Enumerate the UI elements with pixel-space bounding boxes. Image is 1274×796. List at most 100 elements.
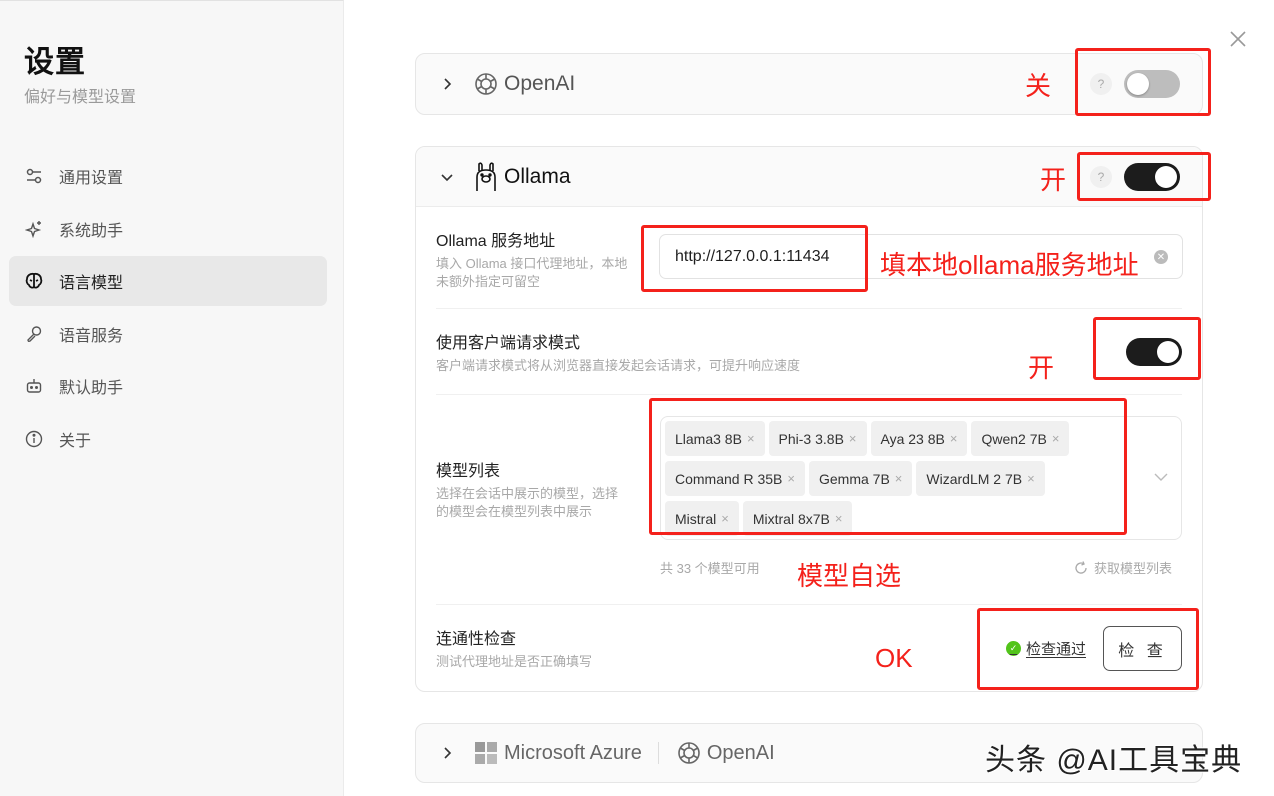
model-tag: Llama3 8B ×	[665, 421, 765, 456]
help-icon[interactable]: ?	[1090, 166, 1112, 188]
sidebar-item-default-assistant[interactable]: 默认助手	[9, 361, 327, 411]
provider-card-ollama: Ollama ? Ollama 服务地址 填入 Ollama 接口代理地址，本地…	[415, 146, 1203, 692]
remove-tag-icon[interactable]: ×	[787, 471, 795, 486]
model-list-desc: 选择在会话中展示的模型，选择的模型会在模型列表中展示	[436, 486, 619, 519]
watermark: 头条 @AI工具宝典	[985, 744, 1243, 777]
settings-nav: 通用设置 系统助手 语言模型 语音服务 默认助手 关于	[9, 151, 327, 466]
model-tag-label: Qwen2 7B	[981, 430, 1047, 447]
sidebar-item-language-model[interactable]: 语言模型	[9, 256, 327, 306]
client-mode-row: 使用客户端请求模式 客户端请求模式将从浏览器直接发起会话请求，可提升响应速度	[436, 309, 1182, 395]
ollama-enable-toggle[interactable]	[1124, 163, 1180, 191]
client-mode-title: 使用客户端请求模式	[436, 335, 581, 352]
chevron-right-icon[interactable]	[440, 746, 454, 760]
model-tag-label: WizardLM 2 7B	[926, 470, 1023, 487]
remove-tag-icon[interactable]: ×	[747, 431, 755, 446]
model-count: 共 33 个模型可用	[660, 561, 760, 576]
service-url-value: http://127.0.0.1:11434	[675, 247, 830, 265]
sidebar-item-label: 关于	[59, 432, 92, 450]
remove-tag-icon[interactable]: ×	[895, 471, 903, 486]
model-select[interactable]: Llama3 8B × Phi-3 3.8B × Aya 23 8B × Qwen2 7B ×…	[660, 416, 1182, 540]
model-tag: Aya 23 8B ×	[870, 421, 968, 456]
sidebar-item-about[interactable]: 关于	[9, 414, 327, 464]
ollama-llama-icon	[472, 161, 500, 191]
provider-brand: Ollama	[472, 161, 571, 191]
remove-tag-icon[interactable]: ×	[721, 511, 729, 526]
sidebar-item-label: 通用设置	[59, 170, 124, 187]
fetch-label: 获取模型列表	[1093, 561, 1172, 576]
client-mode-toggle[interactable]	[1126, 338, 1182, 366]
openai-logo-icon	[675, 739, 703, 767]
sidebar-item-label: 系统助手	[59, 222, 124, 240]
provider-name: Microsoft Azure	[504, 741, 642, 764]
model-tag-label: Llama3 8B	[675, 430, 742, 447]
provider-brand: OpenAI	[472, 70, 575, 98]
model-tag: Gemma 7B ×	[808, 461, 913, 496]
close-button[interactable]	[1227, 28, 1249, 50]
sparkles-icon	[24, 219, 44, 239]
sidebar-item-system-assistant[interactable]: 系统助手	[9, 204, 327, 254]
toggle-knob	[1127, 73, 1149, 95]
sidebar-item-label: 默认助手	[59, 380, 124, 397]
check-circle-icon: ✓	[1005, 641, 1021, 656]
toggle-knob	[1155, 166, 1177, 188]
remove-tag-icon[interactable]: ×	[950, 431, 958, 446]
service-url-desc: 填入 Ollama 接口代理地址，本地未额外指定可留空	[436, 256, 628, 289]
page-subtitle: 偏好与模型设置	[24, 89, 137, 106]
model-tag: WizardLM 2 7B ×	[916, 461, 1045, 496]
remove-tag-icon[interactable]: ×	[1052, 431, 1060, 446]
sidebar-item-voice-service[interactable]: 语音服务	[9, 309, 327, 359]
bot-icon	[24, 376, 44, 396]
provider-subname: OpenAI	[706, 741, 775, 764]
refresh-icon	[1075, 560, 1087, 574]
check-button[interactable]: 检 查	[1103, 626, 1182, 671]
model-tags: Llama3 8B × Phi-3 3.8B × Aya 23 8B × Qwen2 7B ×…	[665, 421, 1115, 541]
brain-icon	[24, 271, 44, 291]
sidebar-item-general[interactable]: 通用设置	[9, 151, 327, 201]
chevron-down-icon	[1154, 473, 1168, 481]
clear-icon[interactable]: ✕	[1154, 250, 1168, 264]
toggle-knob	[1157, 341, 1179, 363]
page-title: 设置	[24, 46, 86, 79]
client-mode-desc: 客户端请求模式将从浏览器直接发起会话请求，可提升响应速度	[436, 358, 801, 373]
chevron-right-icon[interactable]	[440, 77, 454, 91]
model-tag-label: Aya 23 8B	[880, 430, 945, 447]
model-tag-label: Command R 35B	[675, 470, 783, 487]
provider-card-openai: OpenAI ?	[415, 53, 1203, 115]
sliders-icon	[24, 166, 44, 186]
check-status: ✓ 检查通过	[1005, 638, 1086, 659]
openai-logo-icon	[472, 70, 500, 98]
microsoft-logo-icon	[472, 739, 500, 767]
fetch-model-list-button[interactable]: 获取模型列表	[1074, 558, 1172, 577]
openai-enable-toggle[interactable]	[1124, 70, 1180, 98]
sidebar-item-label: 语言模型	[59, 275, 124, 292]
check-status-text: 检查通过	[1025, 641, 1086, 658]
sidebar: 设置 偏好与模型设置 通用设置 系统助手 语言模型 语音服务 默认助手 关于	[0, 0, 344, 796]
provider-brand: Microsoft Azure OpenAI	[472, 739, 775, 767]
help-icon[interactable]: ?	[1090, 73, 1112, 95]
info-icon	[24, 429, 44, 449]
provider-header-ollama[interactable]: Ollama ?	[416, 147, 1202, 207]
remove-tag-icon[interactable]: ×	[849, 431, 857, 446]
connectivity-row: 连通性检查 测试代理地址是否正确填写 ✓ 检查通过 检 查	[436, 605, 1182, 691]
microphone-icon	[24, 324, 44, 344]
model-tag: Mixtral 8x7B ×	[742, 501, 853, 536]
service-url-row: Ollama 服务地址 填入 Ollama 接口代理地址，本地未额外指定可留空 …	[436, 207, 1183, 309]
provider-header-openai[interactable]: OpenAI ?	[416, 54, 1202, 114]
model-tag: Qwen2 7B ×	[971, 421, 1070, 456]
divider	[657, 742, 659, 764]
remove-tag-icon[interactable]: ×	[835, 511, 843, 526]
model-tag-label: Phi-3 3.8B	[778, 430, 844, 447]
model-tag-label: Mixtral 8x7B	[752, 510, 830, 527]
remove-tag-icon[interactable]: ×	[1027, 471, 1035, 486]
chevron-down-icon[interactable]	[440, 170, 454, 184]
model-list-title: 模型列表	[436, 463, 501, 480]
model-list-row: 模型列表 选择在会话中展示的模型，选择的模型会在模型列表中展示 Llama3 8…	[436, 395, 1182, 605]
model-tag-label: Gemma 7B	[818, 470, 890, 487]
service-url-input[interactable]: http://127.0.0.1:11434 ✕	[659, 234, 1183, 279]
close-icon	[1230, 31, 1246, 47]
sidebar-item-label: 语音服务	[59, 327, 124, 345]
model-tag-label: Mistral	[675, 510, 717, 527]
model-tag: Phi-3 3.8B ×	[768, 421, 867, 456]
model-tag: Command R 35B ×	[665, 461, 805, 496]
provider-name: OpenAI	[504, 72, 576, 95]
